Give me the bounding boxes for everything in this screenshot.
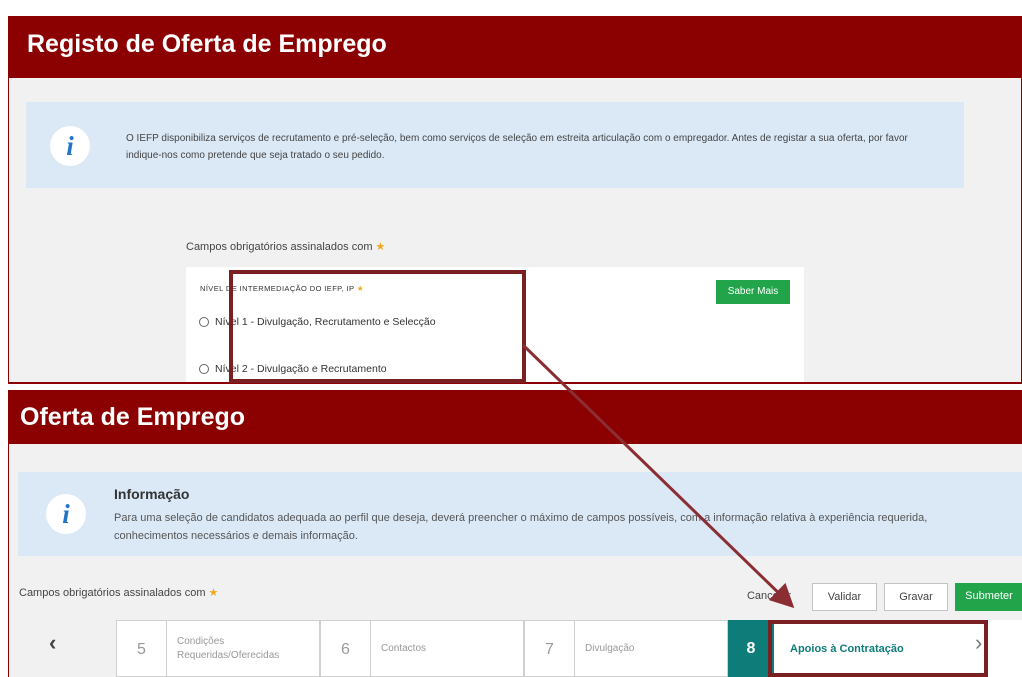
info-box: i Informação Para uma seleção de candida…: [18, 472, 1022, 556]
info-text: O IEFP disponibiliza serviços de recruta…: [126, 133, 908, 161]
star-icon: ★: [375, 241, 386, 253]
radio-button[interactable]: [199, 364, 209, 374]
cancel-button[interactable]: Cancelar: [739, 586, 799, 614]
step-label: Condições Requeridas/Oferecidas: [177, 635, 280, 661]
highlight-box-apoios: [768, 620, 988, 677]
step-5[interactable]: 5 Condições Requeridas/Oferecidas: [116, 620, 320, 677]
star-icon: ★: [208, 587, 219, 599]
page-title: Registo de Oferta de Emprego: [27, 30, 387, 58]
required-note-text: Campos obrigatórios assinalados com: [19, 587, 206, 599]
screenshot-root: Registo de Oferta de Emprego i O IEFP di…: [0, 0, 1022, 677]
info-icon: i: [46, 494, 86, 534]
chevron-left-icon[interactable]: ‹: [49, 630, 56, 656]
step-label: Contactos: [381, 642, 427, 654]
step-number: 6: [321, 621, 371, 676]
info-text: Para uma seleção de candidatos adequada …: [114, 512, 928, 542]
page-title: Oferta de Emprego: [20, 403, 246, 431]
saber-mais-button[interactable]: Saber Mais: [716, 280, 790, 304]
step-6[interactable]: 6 Contactos: [320, 620, 524, 677]
required-note: Campos obrigatórios assinalados com ★: [186, 240, 385, 253]
validate-button[interactable]: Validar: [812, 583, 877, 611]
step-label: Divulgação: [585, 642, 635, 654]
step-number: 5: [117, 621, 167, 676]
header-bar: Registo de Oferta de Emprego: [9, 16, 1021, 78]
required-note-text: Campos obrigatórios assinalados com: [186, 241, 373, 253]
info-box: i O IEFP disponibiliza serviços de recru…: [26, 102, 964, 188]
submit-button[interactable]: Submeter: [955, 583, 1022, 611]
step-7[interactable]: 7 Divulgação: [524, 620, 728, 677]
save-button[interactable]: Gravar: [884, 583, 948, 611]
highlight-box-intermediation: [229, 270, 526, 383]
radio-button[interactable]: [199, 317, 209, 327]
info-title: Informação: [114, 486, 190, 502]
header-bar: Oferta de Emprego: [9, 390, 1022, 444]
required-note: Campos obrigatórios assinalados com ★: [19, 586, 218, 599]
info-icon: i: [50, 126, 90, 166]
step-number: 7: [525, 621, 575, 676]
